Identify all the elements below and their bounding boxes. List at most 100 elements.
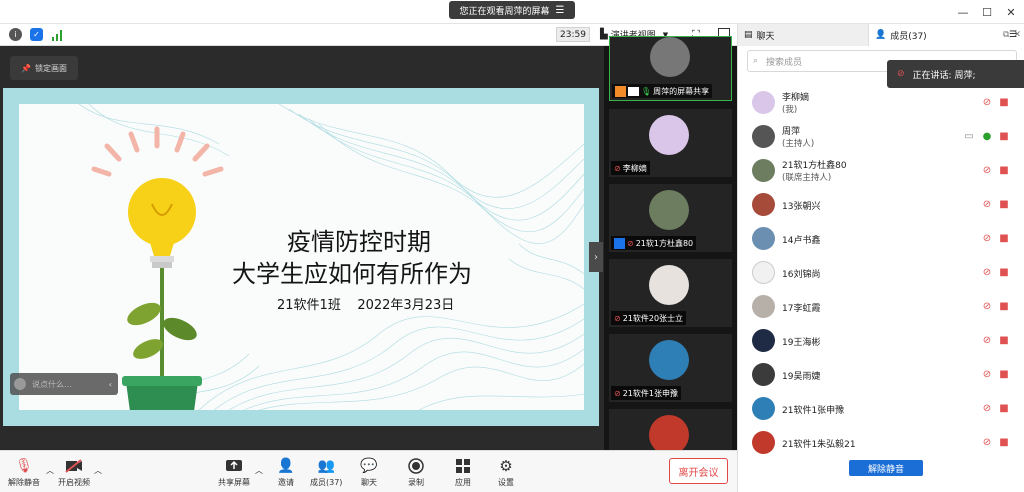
comment-placeholder: 说点什么... [32,379,72,389]
tab-chat[interactable]: ▤ 聊天 [738,24,869,46]
unmute-all-button[interactable]: 解除静音 [849,460,923,476]
leave-meeting-button[interactable]: 离开会议 [669,458,728,484]
video-tile[interactable]: 🎙 周萍的屏幕共享 [609,36,732,101]
mic-muted-icon: ⊘ [614,388,621,398]
slide-title-line1: 疫情防控时期 [287,228,431,256]
member-row[interactable]: 21软1方杜鑫80 (联席主持人) ⊘ ■ [738,154,1024,188]
speaking-indicator: ⊘ 正在讲话: 周萍; [887,60,1024,88]
minimize-icon[interactable]: — [952,3,974,21]
cohost-icon [614,237,625,249]
member-row[interactable]: 19吴雨婕 ⊘ ■ [738,358,1024,392]
shield-icon[interactable]: ✓ [30,28,43,41]
viewing-banner-text: 您正在观看周萍的屏幕 [459,6,550,17]
invite-button[interactable]: 👤 邀请 [276,457,296,488]
hamburger-icon[interactable]: ☰ [556,5,565,16]
member-row[interactable]: 李柳嫡 (我) ⊘ ■ [738,86,1024,120]
settings-button[interactable]: ⚙ 设置 [496,457,516,488]
maximize-icon[interactable]: ☐ [976,3,998,21]
chat-button[interactable]: 💬 聊天 [359,457,379,488]
member-name: 13张朝兴 [782,202,821,212]
close-icon[interactable]: ✕ [1000,3,1022,21]
more-icon[interactable]: ☰ [1009,30,1017,40]
video-tile[interactable]: ⊘ 21软1方杜鑫80 [609,184,732,252]
video-off-icon[interactable]: ■ [997,334,1011,346]
member-name: 21软1方杜鑫80 [782,161,847,171]
collapse-strip-handle[interactable]: › [589,242,603,272]
start-video-button[interactable]: 开启视频 [58,457,90,488]
video-off-icon[interactable]: ■ [997,368,1011,380]
mic-muted-icon[interactable]: ⊘ [980,368,994,380]
mic-muted-icon: ⊘ [614,313,621,323]
mic-muted-icon[interactable]: ⊘ [980,402,994,414]
comment-input[interactable]: 说点什么... ‹ [10,373,118,395]
lock-view-button[interactable]: 📌 锁定画面 [10,56,78,80]
video-off-icon[interactable]: ■ [997,130,1011,142]
members-button[interactable]: 👥 成员(37) [310,457,342,488]
chat-icon: 💬 [360,458,378,474]
share-screen-button[interactable]: 共享屏幕 [218,457,250,488]
avatar [752,363,775,386]
avatar [752,431,775,454]
avatar [752,227,775,250]
video-off-icon[interactable]: ■ [997,232,1011,244]
mic-on-icon[interactable]: ● [980,130,994,142]
mic-muted-icon[interactable]: ⊘ [980,198,994,210]
member-row[interactable]: 21软件1张申豫 ⊘ ■ [738,392,1024,426]
info-icon[interactable]: i [9,28,22,41]
mic-muted-icon[interactable]: ⊘ [980,164,994,176]
member-row[interactable]: 周萍 (主持人) ▭ ● ■ [738,120,1024,154]
member-row[interactable]: 13张朝兴 ⊘ ■ [738,188,1024,222]
member-name: 19吴雨婕 [782,372,821,382]
pin-icon: 📌 [21,63,31,73]
shared-screen-stage: 📌 锁定画面 疫情防控时期 大学生应如何有所作为 21软件1班 2022年3月2… [0,46,604,450]
member-row[interactable]: 14卢书鑫 ⊘ ■ [738,222,1024,256]
mic-muted-icon[interactable]: ⊘ [980,436,994,448]
mic-muted-icon[interactable]: ⊘ [980,266,994,278]
mic-muted-icon[interactable]: ⊘ [980,96,994,108]
title-bar: 您正在观看周萍的屏幕 ☰ — ☐ ✕ [0,0,1024,24]
video-off-icon[interactable]: ■ [997,164,1011,176]
video-tile[interactable]: ⊘ 李柳嫡 [609,109,732,177]
viewing-screen-banner[interactable]: 您正在观看周萍的屏幕 ☰ [449,1,575,19]
tile-label: ⊘ 21软件1张申豫 [611,386,681,400]
tile-label: 🎙 周萍的屏幕共享 [612,84,713,98]
emoji-icon[interactable] [14,378,26,390]
lock-view-label: 锁定画面 [34,63,67,73]
member-role: (主持人) [782,139,815,149]
video-off-icon[interactable]: ■ [997,436,1011,448]
members-icon: 👥 [317,458,335,474]
mic-muted-icon[interactable]: ⊘ [980,334,994,346]
chevron-left-icon[interactable]: ‹ [109,380,112,389]
chevron-up-icon[interactable]: ︿ [46,465,54,476]
video-off-icon[interactable]: ■ [997,96,1011,108]
video-off-icon[interactable]: ■ [997,266,1011,278]
video-tile[interactable] [609,409,732,450]
share-screen-icon [224,457,244,475]
member-row[interactable]: 21软件1朱弘毅21 ⊘ ■ [738,426,1024,460]
video-off-icon[interactable]: ■ [997,198,1011,210]
video-off-icon[interactable]: ■ [997,300,1011,312]
signal-icon[interactable] [51,29,64,41]
video-off-icon[interactable]: ■ [997,402,1011,414]
member-row[interactable]: 19王海彬 ⊘ ■ [738,324,1024,358]
record-button[interactable]: 录制 [406,457,426,488]
bottom-toolbar: 🎙 解除静音 ︿ 开启视频 ︿ 共享屏幕 ︿ 👤 邀请 👥 成员(37) 💬 聊… [0,450,737,492]
apps-button[interactable]: 应用 [453,457,473,488]
unmute-button[interactable]: 🎙 解除静音 [8,457,40,488]
mic-muted-icon[interactable]: ⊘ [980,232,994,244]
avatar [752,125,775,148]
chevron-up-icon[interactable]: ︿ [255,465,263,476]
mic-muted-icon[interactable]: ⊘ [980,300,994,312]
add-user-icon: 👤 [277,458,295,474]
avatar [650,37,690,77]
member-row[interactable]: 16刘锦尚 ⊘ ■ [738,256,1024,290]
user-icon: 👤 [875,30,887,40]
video-tile[interactable]: ⊘ 21软件20张士立 [609,259,732,327]
tab-members[interactable]: 👤 成员(37) ⧉ ✕ [869,24,1024,46]
chevron-up-icon[interactable]: ︿ [94,465,102,476]
video-tile[interactable]: ⊘ 21软件1张申豫 [609,334,732,402]
mic-muted-icon: ⊘ [614,163,621,173]
meeting-timer: 23:59 [556,27,590,42]
avatar [752,193,775,216]
member-row[interactable]: 17李虹霞 ⊘ ■ [738,290,1024,324]
